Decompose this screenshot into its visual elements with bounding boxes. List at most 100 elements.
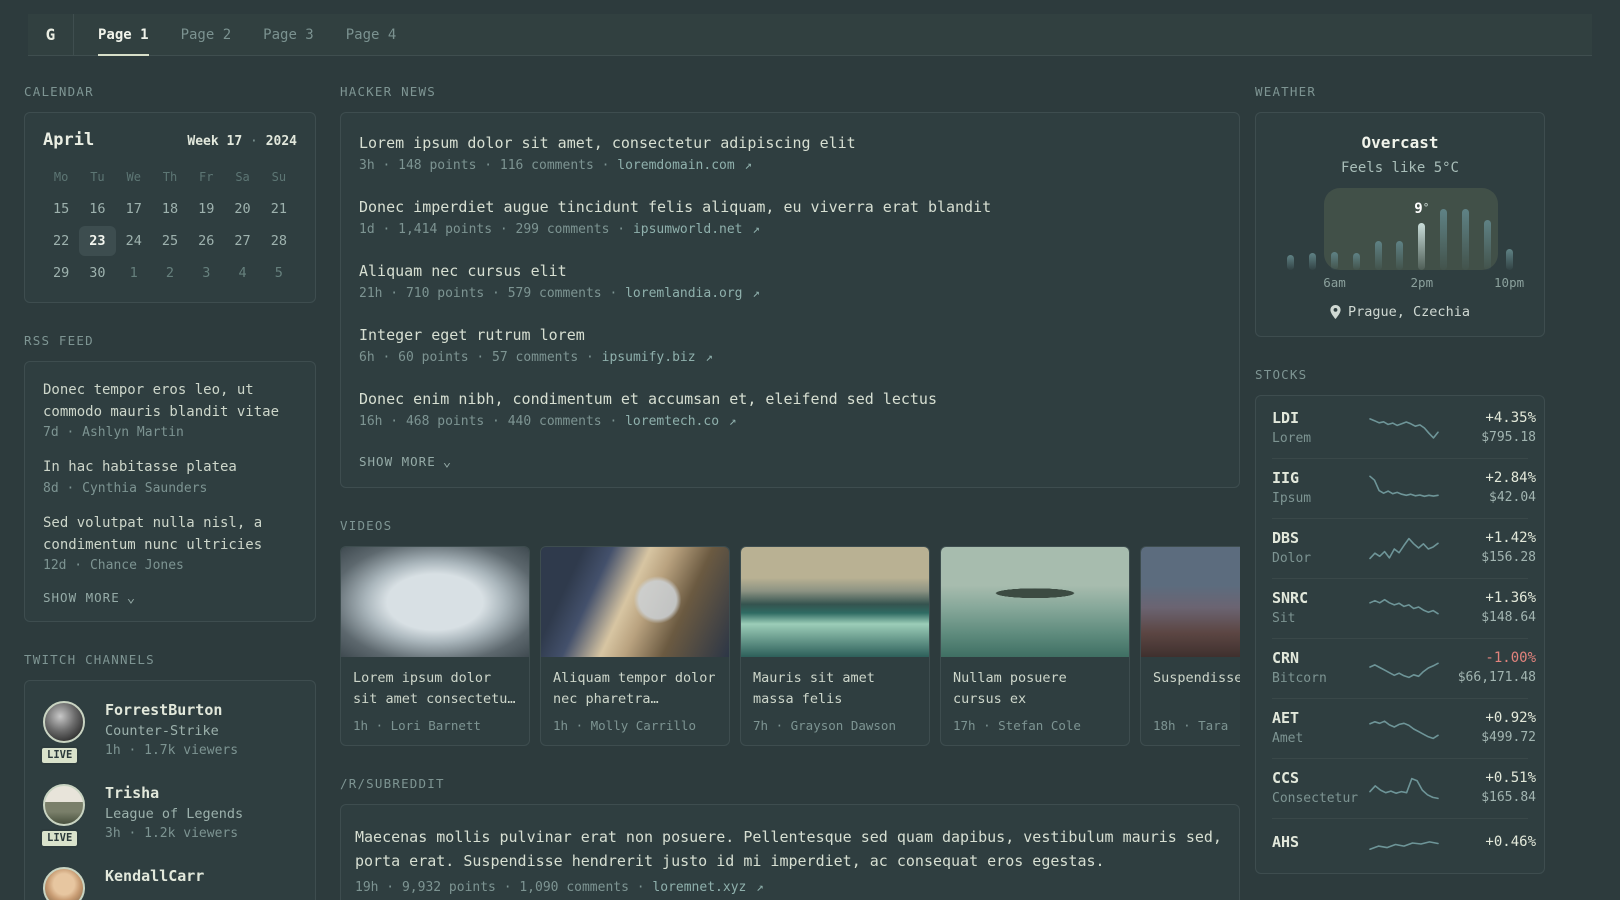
live-badge: LIVE xyxy=(40,829,80,849)
hackernews-item-domain-link[interactable]: ipsumify.biz xyxy=(602,350,696,365)
calendar-day[interactable]: 21 xyxy=(261,194,297,224)
stock-row[interactable]: AET Amet +0.92% $499.72 xyxy=(1256,698,1544,758)
rss-show-more-button[interactable]: SHOW MORE ⌄ xyxy=(43,590,297,605)
external-link-icon: ↗ xyxy=(705,349,713,364)
rss-item-title[interactable]: Donec tempor eros leo, ut commodo mauris… xyxy=(43,380,297,423)
reddit-post-domain-link[interactable]: loremnet.xyz xyxy=(652,880,746,895)
external-link-icon: ↗ xyxy=(744,157,753,172)
twitch-channel-row[interactable]: LIVE ForrestBurton Counter-Strike 1h · 1… xyxy=(25,687,315,770)
stock-row[interactable]: CRN Bitcorn -1.00% $66,171.48 xyxy=(1256,638,1544,698)
calendar-day[interactable]: 2 xyxy=(152,258,188,288)
calendar-day[interactable]: 24 xyxy=(116,226,152,256)
calendar-day[interactable]: 17 xyxy=(116,194,152,224)
calendar-day[interactable]: 30 xyxy=(79,258,115,288)
hackernews-item-title[interactable]: Donec imperdiet augue tincidunt felis al… xyxy=(359,198,1221,216)
twitch-channel-name[interactable]: Trisha xyxy=(105,784,243,802)
calendar-day[interactable]: 28 xyxy=(261,226,297,256)
reddit-post-title[interactable]: Maecenas mollis pulvinar erat non posuer… xyxy=(355,825,1225,873)
calendar-day[interactable]: 4 xyxy=(224,258,260,288)
video-title[interactable]: Lorem ipsum dolor sit amet consectetu… xyxy=(353,668,517,710)
hackernews-item-domain-link[interactable]: loremdomain.com xyxy=(617,158,734,173)
video-card-body: Suspendisse diam 18h · Tara xyxy=(1141,657,1240,745)
tab-page-1[interactable]: Page 1 xyxy=(98,14,149,56)
twitch-channel-row[interactable]: LIVE Trisha League of Legends 3h · 1.2k … xyxy=(25,770,315,853)
calendar-day[interactable]: 23 xyxy=(79,226,116,256)
rss-item-title[interactable]: In hac habitasse platea xyxy=(43,457,297,479)
stock-row[interactable]: DBS Dolor +1.42% $156.28 xyxy=(1256,518,1544,578)
calendar-day[interactable]: 29 xyxy=(43,258,79,288)
stock-row[interactable]: LDI Lorem +4.35% $795.18 xyxy=(1256,398,1544,458)
calendar-day[interactable]: 15 xyxy=(43,194,79,224)
rss-item[interactable]: Sed volutpat nulla nisl, a condimentum n… xyxy=(43,513,297,573)
twitch-channel-name[interactable]: ForrestBurton xyxy=(105,701,238,719)
video-thumbnail[interactable] xyxy=(341,547,529,657)
tab-page-3[interactable]: Page 3 xyxy=(263,14,314,55)
hackernews-item[interactable]: Donec imperdiet augue tincidunt felis al… xyxy=(359,198,1221,237)
hackernews-item-title[interactable]: Donec enim nibh, condimentum et accumsan… xyxy=(359,390,1221,408)
stock-row[interactable]: AHS +0.46% xyxy=(1256,818,1544,871)
stock-row[interactable]: CCS Consectetur +0.51% $165.84 xyxy=(1256,758,1544,818)
video-title[interactable]: Nullam posuere cursus ex xyxy=(953,668,1117,710)
hackernews-item-domain-link[interactable]: loremlandia.org xyxy=(625,286,742,301)
video-title[interactable]: Suspendisse diam xyxy=(1153,668,1240,689)
calendar-month: April xyxy=(43,130,95,150)
app-logo[interactable]: G xyxy=(28,14,74,55)
hackernews-item[interactable]: Aliquam nec cursus elit 21h · 710 points… xyxy=(359,262,1221,301)
video-thumbnail[interactable] xyxy=(941,547,1129,657)
twitch-channel-name[interactable]: KendallCarr xyxy=(105,867,204,885)
stock-values: +0.92% $499.72 xyxy=(1440,710,1536,745)
calendar-day[interactable]: 25 xyxy=(152,226,188,256)
stock-change: +4.35% xyxy=(1485,410,1536,426)
rss-item-title[interactable]: Sed volutpat nulla nisl, a condimentum n… xyxy=(43,513,297,556)
calendar-day[interactable]: 3 xyxy=(188,258,224,288)
twitch-channel-meta: 3h · 1.2k viewers xyxy=(105,826,239,842)
video-thumbnail[interactable] xyxy=(1141,547,1240,657)
video-card[interactable]: Suspendisse diam 18h · Tara xyxy=(1140,546,1240,746)
stock-row[interactable]: IIG Ipsum +2.84% $42.04 xyxy=(1256,458,1544,518)
hackernews-item-title[interactable]: Lorem ipsum dolor sit amet, consectetur … xyxy=(359,134,1221,152)
video-thumbnail[interactable] xyxy=(541,547,729,657)
rss-item[interactable]: In hac habitasse platea 8d · Cynthia Sau… xyxy=(43,457,297,496)
weather-bar xyxy=(1418,222,1426,270)
hackernews-item-meta: 6h · 60 points · 57 comments · ipsumify.… xyxy=(359,349,1221,365)
hackernews-item[interactable]: Donec enim nibh, condimentum et accumsan… xyxy=(359,390,1221,429)
video-title[interactable]: Mauris sit amet massa felis xyxy=(753,668,917,710)
stocks-section: STOCKS LDI Lorem +4.35% $795.18 IIG Ipsu… xyxy=(1255,367,1545,874)
hackernews-show-more-button[interactable]: SHOW MORE ⌄ xyxy=(359,454,1221,469)
calendar-day[interactable]: 1 xyxy=(116,258,152,288)
hackernews-item[interactable]: Lorem ipsum dolor sit amet, consectetur … xyxy=(359,134,1221,173)
stock-id: AHS xyxy=(1272,833,1368,855)
tab-page-4[interactable]: Page 4 xyxy=(346,14,397,55)
calendar-day[interactable]: 20 xyxy=(224,194,260,224)
calendar-day[interactable]: 5 xyxy=(261,258,297,288)
weather-bar xyxy=(1374,241,1382,270)
calendar-weekday: Mo xyxy=(53,170,69,184)
twitch-channel-row[interactable]: KendallCarr xyxy=(25,853,315,900)
video-card[interactable]: Aliquam tempor dolor nec pharetra… 1h · … xyxy=(540,546,730,746)
video-card[interactable]: Lorem ipsum dolor sit amet consectetu… 1… xyxy=(340,546,530,746)
hackernews-item-domain-link[interactable]: ipsumworld.net xyxy=(633,222,743,237)
calendar-day[interactable]: 27 xyxy=(224,226,260,256)
hackernews-item-domain-link[interactable]: loremtech.co xyxy=(625,414,719,429)
stock-row[interactable]: SNRC Sit +1.36% $148.64 xyxy=(1256,578,1544,638)
calendar-day[interactable]: 26 xyxy=(188,226,224,256)
video-title[interactable]: Aliquam tempor dolor nec pharetra… xyxy=(553,668,717,710)
video-thumbnail[interactable] xyxy=(741,547,929,657)
rss-section-label: RSS FEED xyxy=(24,333,94,348)
stock-values: -1.00% $66,171.48 xyxy=(1440,650,1536,685)
hackernews-section-label: HACKER NEWS xyxy=(340,84,436,99)
calendar-day[interactable]: 22 xyxy=(43,226,79,256)
video-meta: 17h · Stefan Cole xyxy=(953,718,1081,733)
calendar-day[interactable]: 18 xyxy=(152,194,188,224)
rss-item[interactable]: Donec tempor eros leo, ut commodo mauris… xyxy=(43,380,297,440)
hackernews-item[interactable]: Integer eget rutrum lorem 6h · 60 points… xyxy=(359,326,1221,365)
tab-page-2[interactable]: Page 2 xyxy=(181,14,232,55)
hackernews-item-title[interactable]: Aliquam nec cursus elit xyxy=(359,262,1221,280)
hackernews-item-title[interactable]: Integer eget rutrum lorem xyxy=(359,326,1221,344)
stock-price: $42.04 xyxy=(1489,490,1536,505)
video-card[interactable]: Mauris sit amet massa felis 7h · Grayson… xyxy=(740,546,930,746)
chevron-down-icon: ⌄ xyxy=(126,589,137,606)
video-card[interactable]: Nullam posuere cursus ex 17h · Stefan Co… xyxy=(940,546,1130,746)
calendar-day[interactable]: 19 xyxy=(188,194,224,224)
calendar-day[interactable]: 16 xyxy=(79,194,115,224)
